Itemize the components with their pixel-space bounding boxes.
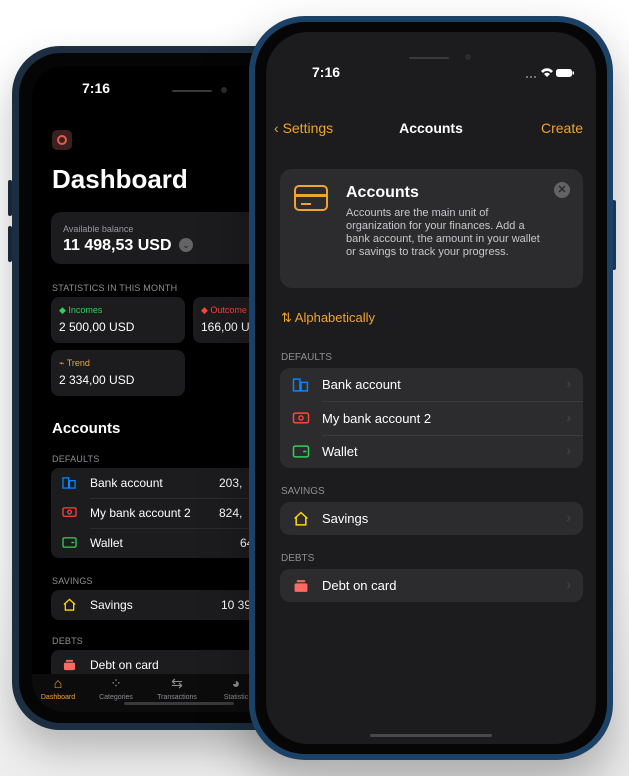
status-time: 7:16	[312, 64, 341, 80]
section-savings: SAVINGS	[52, 576, 93, 586]
house-icon: ⌂	[53, 675, 63, 691]
account-name: Bank account	[90, 476, 163, 490]
transactions-icon: ⇆	[171, 675, 183, 691]
tab-label: Dashboard	[40, 694, 76, 701]
house-icon	[63, 598, 76, 611]
chevron-right-icon: ›	[566, 509, 571, 525]
notch	[172, 90, 212, 92]
tab-categories[interactable]: ⁘ Categories	[86, 674, 146, 701]
info-title: Accounts	[346, 184, 419, 201]
account-row-wallet[interactable]: Wallet ›	[280, 435, 583, 468]
chevron-down-icon[interactable]: ⌄	[179, 238, 193, 252]
front-phone: 7:16 ‹ Settings Accounts Create Accounts…	[249, 16, 613, 760]
home-indicator	[124, 702, 234, 705]
notch	[409, 57, 449, 59]
outcome-label: ◆ Outcome	[201, 305, 247, 315]
cash-icon	[62, 507, 77, 517]
create-button[interactable]: Create	[541, 120, 583, 136]
account-name: Wallet	[90, 536, 123, 550]
section-savings: SAVINGS	[281, 486, 325, 497]
account-name: Debt on card	[322, 578, 397, 593]
card-stack-icon	[63, 659, 76, 671]
balance-value: 11 498,53 USD	[63, 237, 172, 254]
sort-button[interactable]: ⇅ Alphabetically	[281, 310, 375, 326]
account-name: Savings	[90, 598, 133, 612]
wallet-icon	[292, 445, 310, 458]
accounts-title: Accounts	[52, 420, 121, 437]
section-defaults: DEFAULTS	[281, 352, 332, 363]
stats-header: STATISTICS IN THIS MONTH	[52, 283, 178, 293]
navigation-bar: ‹ Settings Accounts Create	[266, 102, 596, 152]
bank-icon	[292, 378, 309, 392]
info-card: Accounts Accounts are the main unit of o…	[280, 169, 583, 288]
account-amount: 203,	[219, 476, 243, 490]
savings-group: Savings ›	[280, 502, 583, 535]
cash-icon	[292, 412, 310, 424]
chevron-right-icon: ›	[566, 375, 571, 391]
account-name: Savings	[322, 511, 369, 526]
account-row-savings[interactable]: Savings ›	[280, 502, 583, 535]
accounts-screen: 7:16 ‹ Settings Accounts Create Accounts…	[266, 32, 596, 744]
trend-label: ⌁ Trend	[59, 358, 90, 368]
account-name: My bank account 2	[90, 506, 191, 520]
section-debts: DEBTS	[281, 553, 315, 564]
sort-label: Alphabetically	[294, 310, 376, 325]
close-icon[interactable]: ✕	[554, 182, 570, 198]
account-name: Bank account	[322, 377, 401, 392]
chevron-right-icon: ›	[566, 442, 571, 458]
wallet-icon	[62, 537, 77, 548]
trend-card[interactable]: ⌁ Trend 2 334,00 USD	[51, 350, 185, 396]
page-title: Dashboard	[52, 164, 188, 194]
chevron-right-icon: ›	[566, 409, 571, 425]
account-name: Wallet	[322, 444, 358, 459]
card-stack-icon	[294, 580, 308, 592]
section-defaults: DEFAULTS	[52, 454, 100, 464]
account-row-debt[interactable]: Debt on card ›	[280, 569, 583, 602]
bank-icon	[62, 477, 76, 489]
status-time: 7:16	[82, 80, 111, 96]
categories-icon: ⁘	[110, 675, 122, 691]
app-logo-icon[interactable]	[52, 130, 72, 150]
home-indicator	[370, 734, 492, 737]
account-row-bank-2[interactable]: My bank account 2 ›	[280, 402, 583, 435]
debts-group: Debt on card ›	[280, 569, 583, 602]
account-amount: 824,	[219, 506, 243, 520]
trend-value: 2 334,00 USD	[59, 373, 135, 387]
incomes-value: 2 500,00 USD	[59, 320, 135, 334]
chevron-right-icon: ›	[566, 576, 571, 592]
tab-label: Categories	[99, 694, 133, 701]
status-icons	[526, 68, 574, 78]
balance-label: Available balance	[63, 224, 134, 234]
card-icon	[294, 185, 328, 211]
camera-dot	[465, 54, 471, 60]
account-row-bank[interactable]: Bank account ›	[280, 368, 583, 401]
house-icon	[294, 511, 308, 526]
section-debts: DEBTS	[52, 636, 84, 646]
info-description: Accounts are the main unit of organizati…	[346, 207, 540, 258]
tab-transactions[interactable]: ⇆ Transactions	[146, 674, 208, 701]
incomes-card[interactable]: ◆ Incomes 2 500,00 USD	[51, 297, 185, 343]
tab-dashboard[interactable]: ⌂ Dashboard	[32, 674, 84, 701]
account-name: My bank account 2	[322, 411, 432, 426]
defaults-group: Bank account › My bank account 2 › Walle…	[280, 368, 583, 468]
tab-label: Transactions	[157, 694, 197, 701]
account-name: Debt on card	[90, 658, 159, 672]
incomes-label: ◆ Incomes	[59, 305, 103, 315]
camera-dot	[221, 87, 227, 93]
